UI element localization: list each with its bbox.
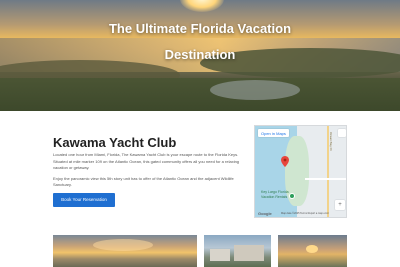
page-title: Kawama Yacht Club: [53, 135, 177, 150]
gallery-image[interactable]: [278, 235, 347, 267]
description-paragraph: Located one hour from Miami, Florida, Th…: [53, 152, 240, 170]
map-zoom-control[interactable]: +: [335, 200, 345, 210]
description-paragraph: Enjoy the panoramic view this 5th story …: [53, 175, 234, 188]
open-in-maps-link[interactable]: Open in Maps: [258, 129, 289, 137]
gallery-image[interactable]: [204, 235, 271, 267]
hero-title: The Ultimate Florida Vacation Destinatio…: [100, 16, 300, 68]
hero-sun: [180, 0, 224, 12]
hero-title-line2: Destination: [164, 47, 236, 62]
map-embed[interactable]: Ocean Bay Dr Open in Maps Key Largo Flor…: [254, 125, 347, 218]
image-sun: [306, 245, 318, 253]
book-reservation-button[interactable]: Book Your Reservation: [53, 193, 115, 207]
hero-banner: The Ultimate Florida Vacation Destinatio…: [0, 0, 400, 111]
hero-foreground: [0, 78, 400, 111]
hero-title-line1: The Ultimate Florida Vacation: [108, 21, 292, 36]
image-cloud: [93, 239, 153, 251]
gallery-image[interactable]: [53, 235, 197, 267]
fullscreen-icon[interactable]: [338, 129, 346, 137]
google-logo: Google: [258, 211, 272, 216]
map-pin-icon[interactable]: [281, 156, 289, 167]
map-road: [305, 178, 346, 180]
map-footer: Map data ©2025 Terms Report a map error: [281, 212, 329, 215]
map-place-label: Key Largo Florida Vacation Rentals: [261, 190, 289, 199]
hero-river: [210, 80, 300, 100]
image-building: [234, 245, 264, 261]
image-building: [210, 249, 230, 261]
description: Located one hour from Miami, Florida, Th…: [53, 152, 243, 193]
map-road-label: Ocean Bay Dr: [329, 132, 333, 151]
